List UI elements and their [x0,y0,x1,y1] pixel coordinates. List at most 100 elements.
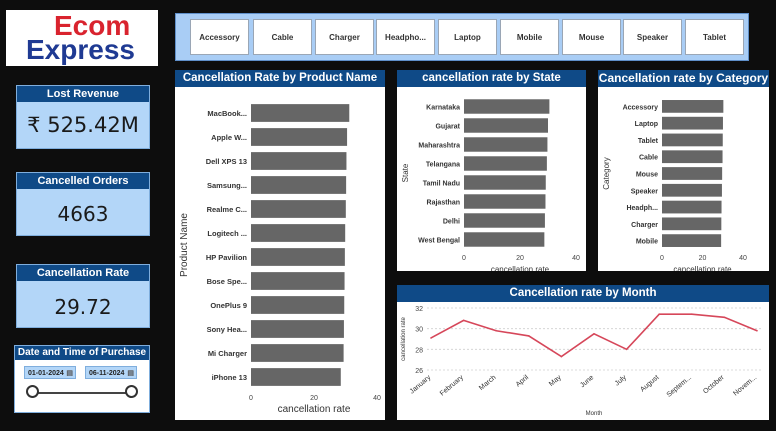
chart-title: Cancellation Rate by Product Name [175,70,385,87]
x-tick-label: February [439,374,465,398]
bar [464,99,550,114]
bar [662,234,722,247]
category-label: OnePlus 9 [210,301,247,310]
cancelled-orders-card: Cancelled Orders 4663 [16,172,150,236]
category-label: Delhi [443,219,460,226]
bar [662,116,723,130]
bar [464,213,545,228]
slicer-button-cable[interactable]: Cable [253,19,312,55]
slicer-button-laptop[interactable]: Laptop [438,19,497,55]
product-cancellation-chart: Cancellation Rate by Product Name MacBoo… [175,70,385,420]
slicer-button-mouse[interactable]: Mouse [562,19,621,55]
bar [251,104,350,122]
cancelled-orders-value: 4663 [57,202,109,226]
start-date-value: 01-01-2024 [28,370,64,377]
bar [251,128,348,146]
x-tick-label: July [614,374,628,388]
category-cancellation-chart: Cancellation rate by Category Accessory L… [598,70,769,271]
data-point [756,329,758,332]
category-label: Tamil Nadu [423,181,460,188]
cancelled-orders-label: Cancelled Orders [17,173,149,189]
lost-revenue-card: Lost Revenue ₹ 525.42M [16,85,150,149]
category-label: Laptop [635,121,658,128]
slicer-button-charger[interactable]: Charger [315,19,374,55]
bar [251,248,345,266]
bar [662,150,723,164]
data-point [528,335,530,337]
category-label: MacBook... [207,109,247,118]
bar [464,175,546,190]
bar [662,183,722,197]
x-tick-label: 40 [739,255,747,262]
x-tick-label: April [515,374,531,389]
slicer-button-mobile[interactable]: Mobile [500,19,559,55]
category-bar-chart-svg: Accessory Laptop Tablet Cable Mouse Speaker He… [602,100,747,271]
month-cancellation-chart: Cancellation rate by Month 26 28 30 32 Janua… [397,285,769,420]
end-date-handle[interactable] [125,385,138,398]
x-axis-label: cancellation rate [278,404,351,415]
logo-text-express: Express [26,34,135,65]
series-line [430,313,758,358]
bar [251,200,346,218]
end-date-value: 06-11-2024 [89,370,125,377]
y-axis-label: State [401,163,410,182]
category-label: Gujarat [435,124,460,131]
category-label: Samsung... [207,181,247,190]
category-label: Mobile [636,239,658,246]
start-date-handle[interactable] [26,385,39,398]
y-tick-label: 30 [415,327,423,334]
x-axis-label: cancellation rate [673,265,732,271]
slicer-button-accessory[interactable]: Accessory [190,19,249,55]
x-axis-label: Month [586,411,603,417]
category-label: Realme C... [207,205,247,214]
category-label: Telangana [426,162,460,169]
x-tick-label: May [548,374,563,388]
end-date-input[interactable]: 06-11-2024 ▤ [85,366,137,379]
data-point [723,316,726,319]
category-label: Headph... [626,205,658,212]
category-label: Rajasthan [427,200,460,207]
bar [662,200,722,214]
data-point [495,329,497,332]
data-point [593,333,595,335]
category-label: Accessory [623,104,659,111]
bar [662,133,723,147]
data-point [691,313,693,315]
category-label: Apple W... [211,133,247,142]
data-point [625,348,628,351]
slicer-button-speaker[interactable]: Speaker [623,19,682,55]
category-label: Mi Charger [208,349,247,358]
x-axis-label: cancellation rate [491,265,550,271]
lost-revenue-value: ₹ 525.42M [27,113,139,137]
category-label: Maharashtra [418,143,460,150]
data-point [462,319,465,322]
x-tick-label: 0 [462,255,466,262]
category-label: Mouse [636,172,658,179]
chart-title: Cancellation rate by Month [397,285,769,302]
bar [464,156,547,171]
y-axis-label: Category [602,157,611,189]
bar [464,194,546,209]
cancellation-rate-label: Cancellation Rate [17,265,149,281]
category-label: iPhone 13 [212,373,247,382]
start-date-input[interactable]: 01-01-2024 ▤ [24,366,76,379]
product-category-slicer: Accessory Cable Charger Headpho... Lapto… [175,13,749,61]
calendar-icon[interactable]: ▤ [127,367,134,380]
category-label: Karnataka [426,105,460,112]
x-tick-label: 40 [572,255,580,262]
bar [662,100,724,113]
category-label: Logitech ... [207,229,247,238]
slicer-button-tablet[interactable]: Tablet [685,19,744,55]
chart-title: cancellation rate by State [397,70,586,87]
date-range-track[interactable] [33,392,131,394]
x-tick-label: 20 [516,255,524,262]
slicer-button-headphones[interactable]: Headpho... [376,19,435,55]
x-tick-label: Septem... [666,374,693,399]
lost-revenue-label: Lost Revenue [17,86,149,102]
category-label: HP Pavilion [206,253,248,262]
product-bar-chart-svg: MacBook... Apple W... Dell XPS 13 Samsung..… [179,104,381,415]
calendar-icon[interactable]: ▤ [66,367,73,380]
bar [251,224,346,242]
date-slicer-label: Date and Time of Purchase [15,346,149,360]
bar [251,344,344,362]
